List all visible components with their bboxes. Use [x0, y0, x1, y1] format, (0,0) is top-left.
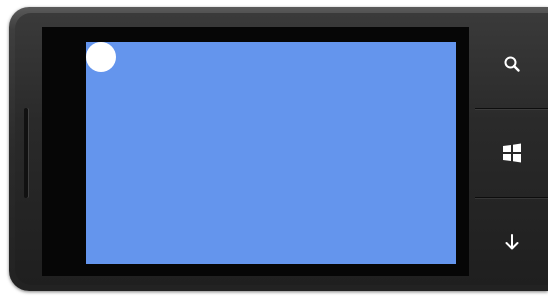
- back-button[interactable]: [475, 198, 548, 286]
- search-icon: [503, 55, 521, 73]
- back-arrow-icon: [503, 233, 521, 251]
- start-button[interactable]: [475, 109, 548, 197]
- search-button[interactable]: [475, 20, 548, 108]
- side-slot: [24, 108, 28, 198]
- game-viewport[interactable]: [86, 42, 456, 264]
- windows-logo-icon: [501, 142, 523, 164]
- emulator-stage: [0, 0, 548, 297]
- hardware-buttons: [475, 20, 548, 285]
- ball-sprite: [86, 42, 116, 72]
